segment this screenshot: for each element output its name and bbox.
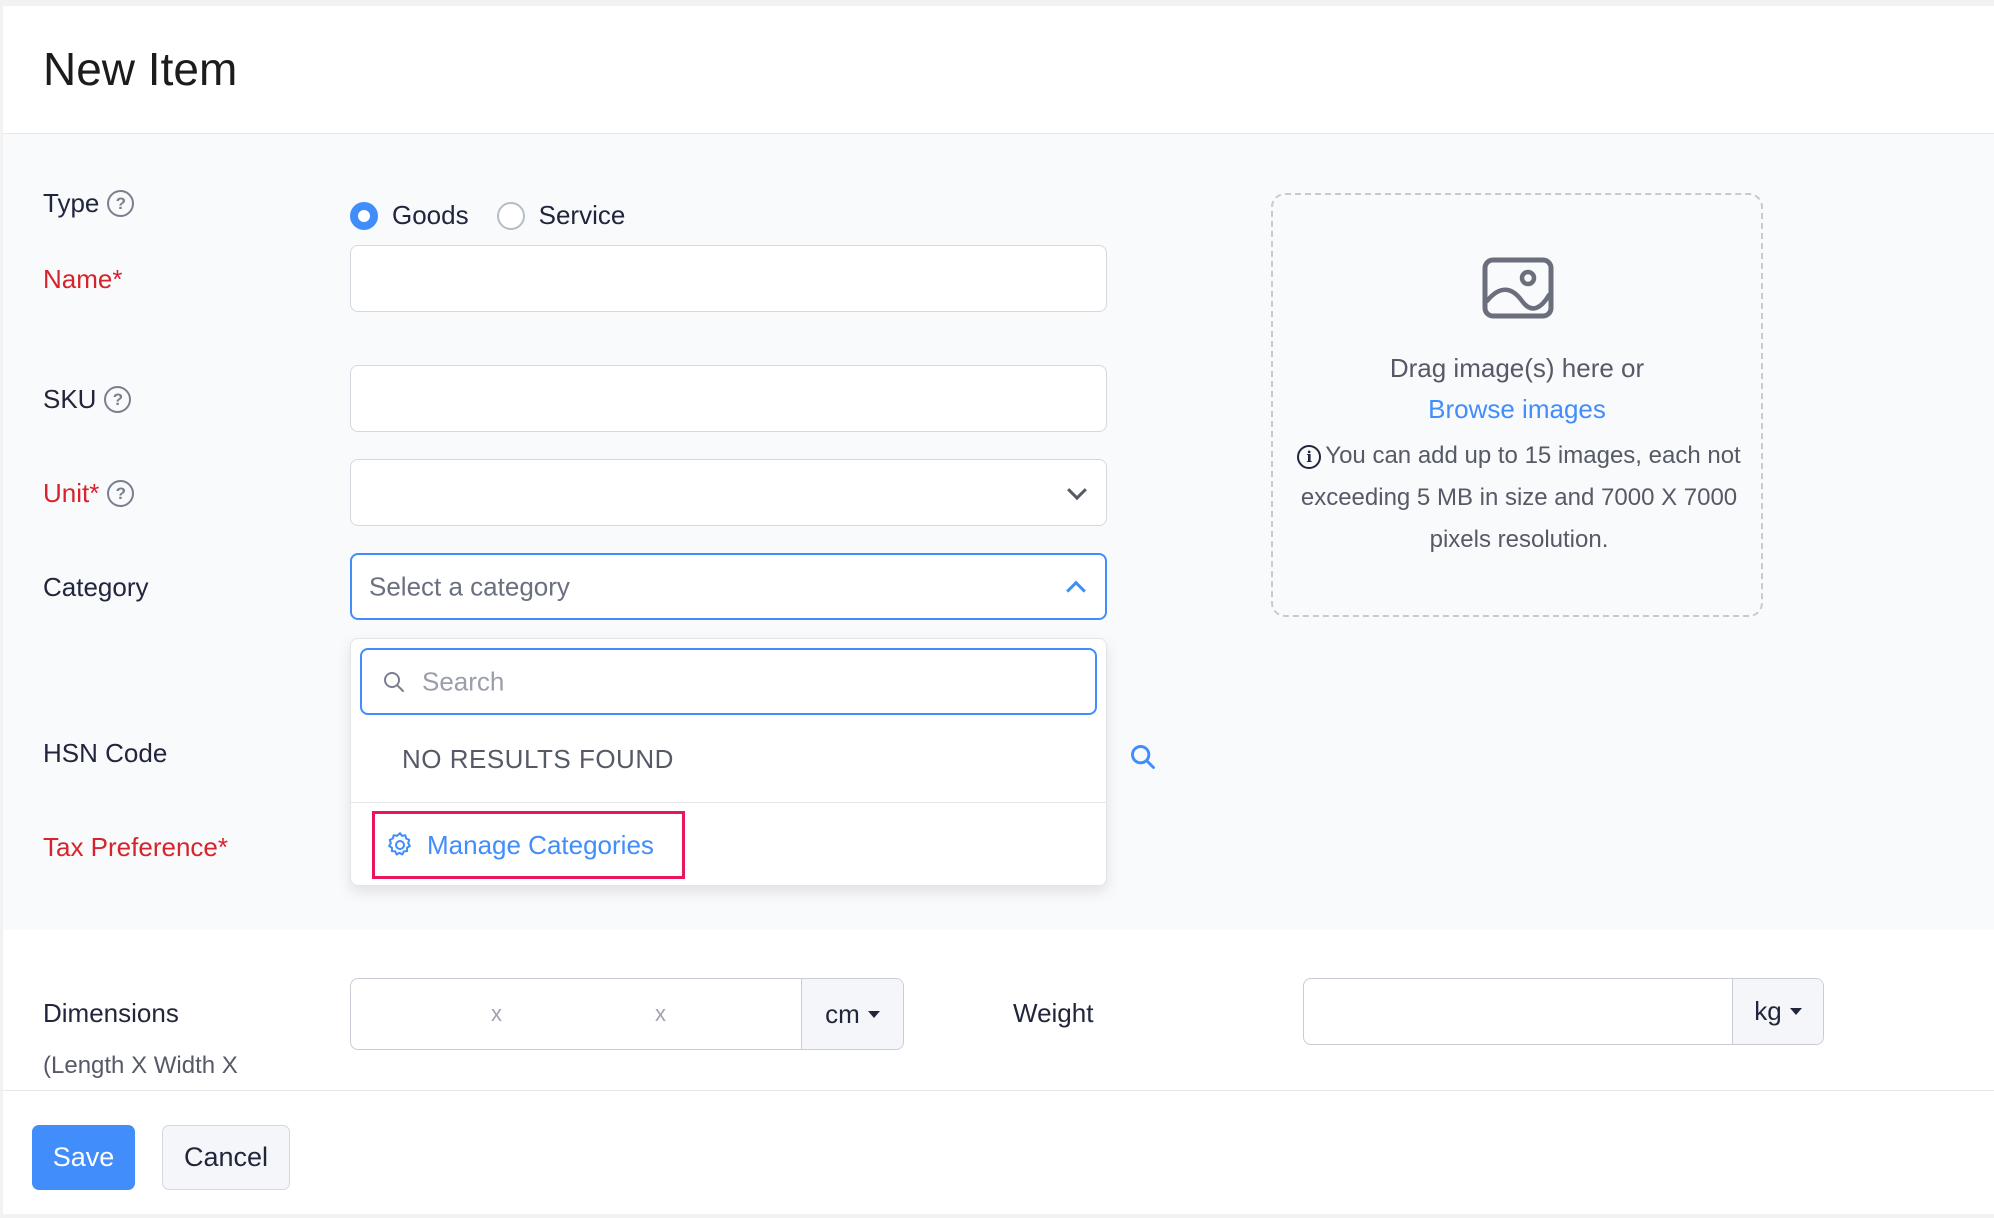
goods-radio[interactable] [350,201,378,230]
chevron-up-icon [1066,580,1086,600]
caret-down-icon [1789,1008,1802,1015]
new-item-page: New Item Type ? Goods Service Name* SKU … [3,6,1994,1214]
manage-categories-button[interactable]: Manage Categories [372,811,685,879]
hsn-code-label: HSN Code [43,738,168,768]
chevron-down-icon [1067,479,1087,500]
save-button[interactable]: Save [32,1125,135,1190]
category-select[interactable]: Select a category [350,553,1107,620]
dropdown-divider [351,802,1106,803]
category-dropdown: Search NO RESULTS FOUND Manage Categorie… [350,638,1107,886]
category-label: Category [43,572,149,602]
form-footer: Save Cancel [3,1090,1994,1214]
info-icon: i [1297,444,1322,469]
sku-input[interactable] [350,365,1107,432]
search-icon [384,672,404,692]
dimension-separator: x [491,1001,502,1026]
help-icon[interactable]: ? [107,190,135,217]
image-upload-dropzone[interactable]: Drag image(s) here or Browse images i You… [1271,193,1763,617]
name-label: Name* [43,264,123,294]
service-radio-label[interactable]: Service [539,200,626,231]
manage-categories-label: Manage Categories [427,829,654,860]
type-radio-group: Goods Service [350,200,639,231]
dimensions-input-group: x x cm [350,978,904,1050]
dimensions-label: Dimensions [43,998,179,1028]
no-results-text: NO RESULTS FOUND [402,744,674,774]
help-icon[interactable]: ? [104,386,132,413]
gear-icon [388,832,411,856]
caret-down-icon [867,1010,880,1018]
unit-select[interactable] [350,459,1107,526]
dimension-separator: x [655,1001,666,1026]
cancel-button[interactable]: Cancel [162,1125,290,1190]
unit-label: Unit* ? [43,478,135,509]
service-radio[interactable] [496,201,525,230]
weight-unit-dropdown[interactable]: kg [1732,979,1823,1044]
drag-images-text: Drag image(s) here or [1389,353,1645,383]
category-placeholder: Select a category [369,571,570,601]
weight-input-group[interactable]: kg [1303,978,1824,1045]
search-icon[interactable] [1129,743,1157,771]
browse-images-link[interactable]: Browse images [1273,394,1761,425]
dimension-unit-dropdown[interactable]: cm [801,979,903,1049]
search-placeholder: Search [422,666,505,696]
sku-label: SKU ? [43,384,132,415]
category-search-input[interactable]: Search [360,648,1097,715]
goods-radio-label[interactable]: Goods [392,200,469,231]
help-icon[interactable]: ? [107,480,135,507]
weight-label: Weight [1013,998,1094,1028]
tax-preference-label: Tax Preference* [43,832,228,862]
image-icon [1482,257,1554,319]
type-label: Type ? [43,188,135,219]
dimensions-sublabel: (Length X Width X [43,1052,238,1079]
page-title: New Item [43,43,238,95]
page-header: New Item [3,6,1994,134]
image-limits-info: i You can add up to 15 images, each not e… [1281,435,1757,561]
name-input[interactable] [350,245,1107,312]
